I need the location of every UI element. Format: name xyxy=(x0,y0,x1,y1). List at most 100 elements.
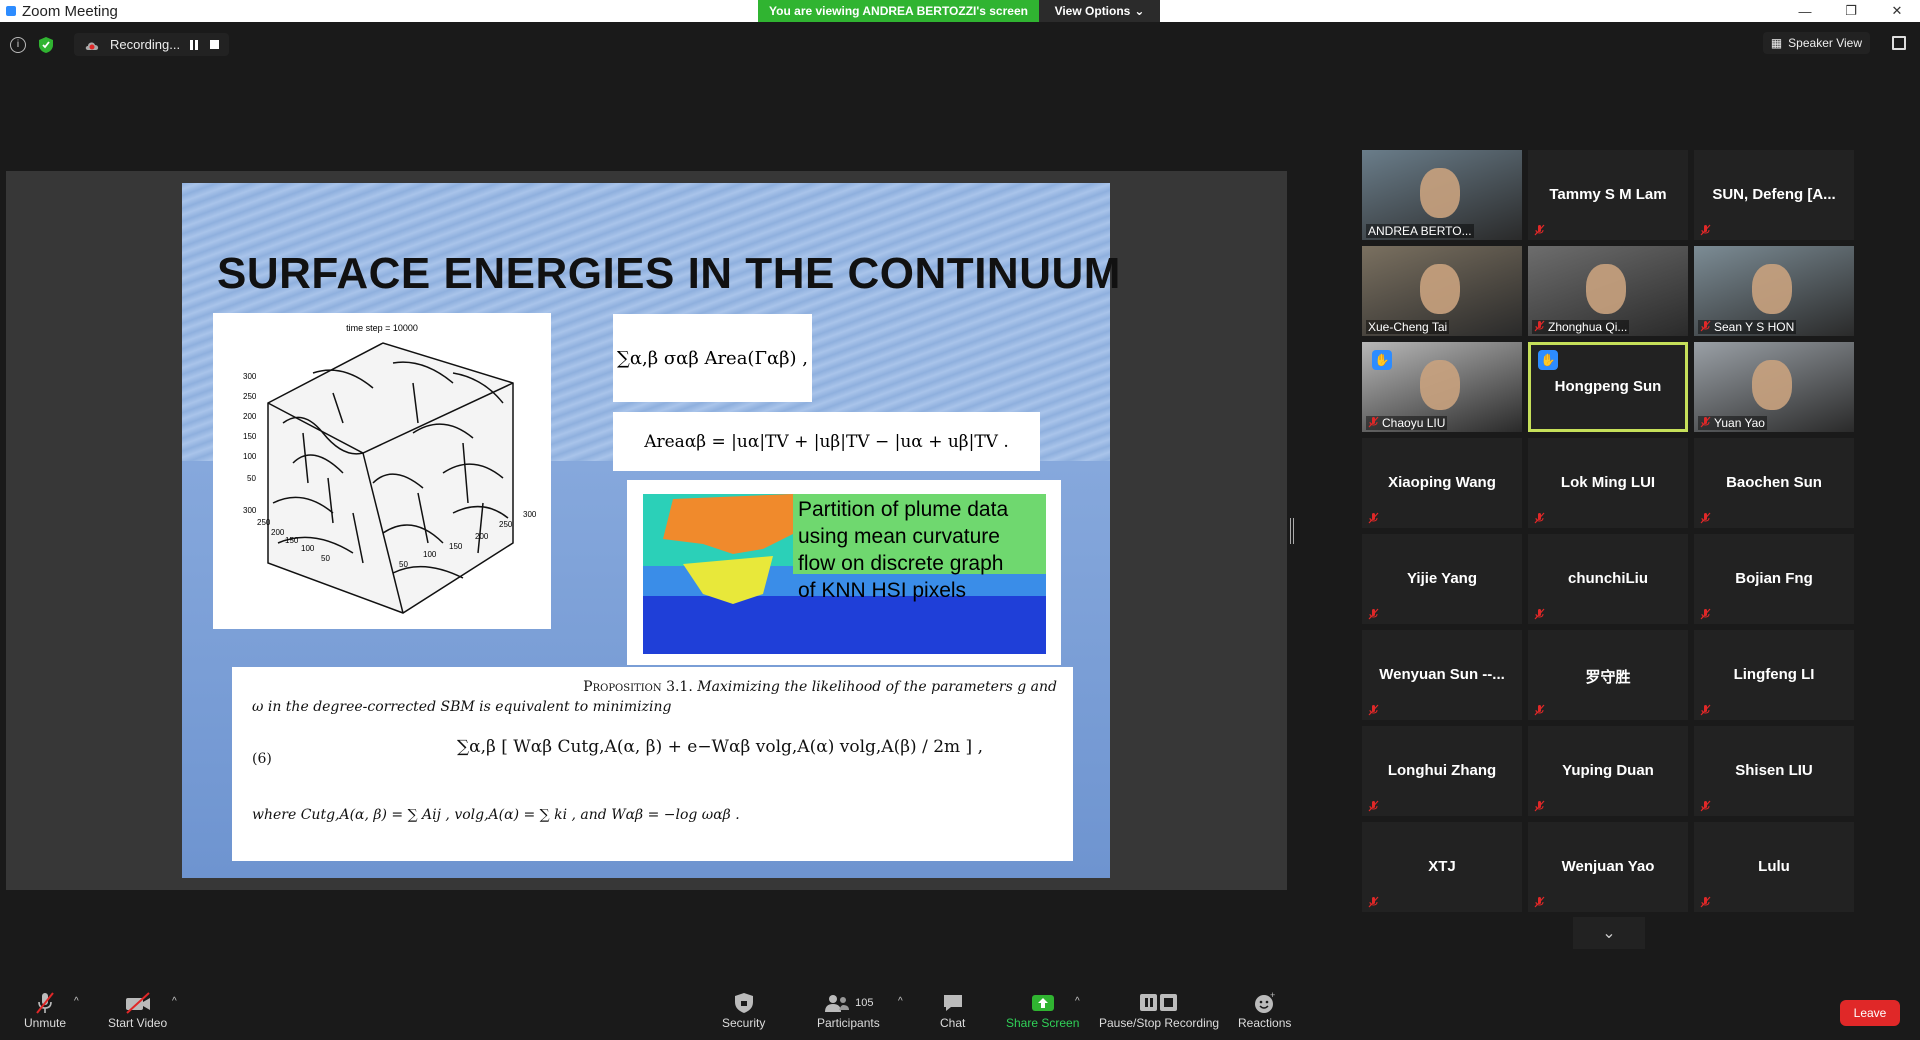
participant-tile[interactable]: Tammy S M Lam xyxy=(1528,150,1688,240)
muted-microphone-icon xyxy=(1534,512,1545,524)
participant-tile[interactable]: Xue-Cheng Tai xyxy=(1362,246,1522,336)
muted-microphone-icon xyxy=(1534,704,1545,716)
participant-tile[interactable]: Baochen Sun xyxy=(1694,438,1854,528)
presentation-slide: SURFACE ENERGIES IN THE CONTINUUM time s… xyxy=(182,183,1120,878)
title-bar: Zoom Meeting You are viewing ANDREA BERT… xyxy=(0,0,1920,22)
participant-name: Sean Y S HON xyxy=(1698,320,1797,334)
participant-face xyxy=(1752,264,1792,314)
unmute-label: Unmute xyxy=(24,1016,67,1030)
proposition-header: Proposition 3.1. Maximizing the likeliho… xyxy=(583,679,1057,695)
participant-tile[interactable]: chunchiLiu xyxy=(1528,534,1688,624)
participant-tile[interactable]: Yijie Yang xyxy=(1362,534,1522,624)
participants-icon xyxy=(825,995,850,1012)
chevron-down-icon: ⌄ xyxy=(1134,4,1145,18)
gallery-next-page-button[interactable]: ⌄ xyxy=(1573,917,1645,949)
participant-tile[interactable]: ANDREA BERTO... xyxy=(1362,150,1522,240)
participant-tile[interactable]: SUN, Defeng [A... xyxy=(1694,150,1854,240)
muted-microphone-icon xyxy=(1368,704,1379,716)
participant-tile[interactable]: Longhui Zhang xyxy=(1362,726,1522,816)
svg-text:300: 300 xyxy=(523,510,537,519)
participant-name: Wenyuan Sun --... xyxy=(1379,666,1505,683)
unmute-button[interactable]: Unmute xyxy=(24,990,66,1030)
minimize-icon[interactable]: — xyxy=(1782,0,1828,22)
muted-microphone-icon xyxy=(1700,800,1711,812)
participant-tile[interactable]: Sean Y S HON xyxy=(1694,246,1854,336)
participant-face xyxy=(1752,360,1792,410)
restore-icon[interactable]: ❐ xyxy=(1828,0,1874,22)
proposition-box: Proposition 3.1. Maximizing the likeliho… xyxy=(232,667,1073,861)
meeting-toolbar: Unmute ^ Start Video ^ Security 105 Part… xyxy=(0,980,1920,1040)
audio-options-caret-icon[interactable]: ^ xyxy=(74,996,79,1007)
muted-microphone-icon xyxy=(1700,416,1711,428)
participant-tile[interactable]: ✋ Chaoyu LIU xyxy=(1362,342,1522,432)
security-label: Security xyxy=(722,1016,766,1030)
chat-button[interactable]: Chat xyxy=(940,990,965,1030)
fullscreen-icon[interactable] xyxy=(1892,36,1906,50)
security-button[interactable]: Security xyxy=(722,990,765,1030)
muted-microphone-icon xyxy=(1368,512,1379,524)
participant-name: Yuping Duan xyxy=(1562,762,1654,779)
reactions-button[interactable]: + Reactions xyxy=(1238,990,1291,1030)
pause-stop-recording-button[interactable]: Pause/Stop Recording xyxy=(1099,990,1219,1030)
participant-name: XTJ xyxy=(1428,858,1456,875)
area-definition-equation: Areaαβ = |uα|TV + |uβ|TV − |uα + uβ|TV . xyxy=(613,412,1040,471)
where-clause: where Cutg,A(α, β) = ∑ Aij , volg,A(α) =… xyxy=(252,807,740,823)
leave-button[interactable]: Leave xyxy=(1840,1000,1900,1026)
muted-microphone-icon xyxy=(1368,608,1379,620)
svg-text:250: 250 xyxy=(257,518,271,527)
stop-recording-icon[interactable] xyxy=(210,40,220,49)
participant-tile[interactable]: Bojian Fng xyxy=(1694,534,1854,624)
view-options-button[interactable]: View Options ⌄ xyxy=(1039,0,1160,22)
participant-tile[interactable]: Lulu xyxy=(1694,822,1854,912)
encryption-shield-icon[interactable] xyxy=(38,36,54,54)
participants-count: 105 xyxy=(855,997,874,1009)
view-options-label: View Options xyxy=(1054,4,1131,18)
participant-tile[interactable]: ✋ Hongpeng Sun xyxy=(1528,342,1688,432)
info-icon[interactable]: i xyxy=(10,36,26,53)
equation-number: (6) xyxy=(252,751,272,767)
grain-structure-image: 300250200 15010050 300250200 15010050 10… xyxy=(243,342,537,614)
participant-tile[interactable]: Yuan Yao xyxy=(1694,342,1854,432)
reactions-label: Reactions xyxy=(1238,1016,1292,1030)
participants-button[interactable]: 105 Participants xyxy=(817,990,880,1030)
muted-microphone-icon xyxy=(1700,608,1711,620)
proposition-text-2: ω in the degree-corrected SBM is equival… xyxy=(252,699,672,715)
participant-name: SUN, Defeng [A... xyxy=(1712,186,1836,203)
svg-text:300: 300 xyxy=(243,372,257,381)
plume-caption-line: Partition of plume data xyxy=(798,498,1009,521)
resize-handle[interactable] xyxy=(1290,518,1294,544)
raised-hand-icon: ✋ xyxy=(1538,350,1558,370)
window-controls: — ❐ ✕ xyxy=(1782,0,1920,22)
participant-tile[interactable]: Wenyuan Sun --... xyxy=(1362,630,1522,720)
chat-bubble-icon xyxy=(943,995,962,1011)
participant-name: Lingfeng LI xyxy=(1733,666,1815,683)
viewing-banner: You are viewing ANDREA BERTOZZI's screen xyxy=(758,0,1039,22)
share-screen-button[interactable]: Share Screen xyxy=(1006,990,1079,1030)
muted-microphone-icon xyxy=(1368,896,1379,908)
participant-tile[interactable]: Yuping Duan xyxy=(1528,726,1688,816)
participant-tile[interactable]: Wenjuan Yao xyxy=(1528,822,1688,912)
chat-label: Chat xyxy=(940,1016,966,1030)
participants-options-caret-icon[interactable]: ^ xyxy=(898,996,903,1007)
pause-recording-icon[interactable] xyxy=(190,39,200,50)
participant-tile[interactable]: Lingfeng LI xyxy=(1694,630,1854,720)
participant-tile[interactable]: Zhonghua Qi... xyxy=(1528,246,1688,336)
video-options-caret-icon[interactable]: ^ xyxy=(172,996,177,1007)
plume-partition-figure: Partition of plume data using mean curva… xyxy=(627,480,1061,665)
participant-tile[interactable]: XTJ xyxy=(1362,822,1522,912)
grain-cube-figure: time step = 10000 300 250 200 150 100 50 300… xyxy=(213,313,551,629)
participant-tile[interactable]: Lok Ming LUI xyxy=(1528,438,1688,528)
participant-tile[interactable]: Xiaoping Wang xyxy=(1362,438,1522,528)
muted-microphone-icon xyxy=(1534,896,1545,908)
plume-caption: Partition of plume data using mean curva… xyxy=(798,496,1008,604)
share-screen-label: Share Screen xyxy=(1006,1016,1080,1030)
participant-name: Tammy S M Lam xyxy=(1549,186,1667,203)
share-options-caret-icon[interactable]: ^ xyxy=(1075,996,1080,1007)
participant-name: chunchiLiu xyxy=(1568,570,1648,587)
start-video-button[interactable]: Start Video xyxy=(108,990,167,1030)
participant-tile[interactable]: Shisen LIU xyxy=(1694,726,1854,816)
speaker-view-button[interactable]: ▦ Speaker View xyxy=(1762,32,1870,54)
participant-tile[interactable]: 罗守胜 xyxy=(1528,630,1688,720)
participant-face xyxy=(1420,360,1460,410)
close-icon[interactable]: ✕ xyxy=(1874,0,1920,22)
